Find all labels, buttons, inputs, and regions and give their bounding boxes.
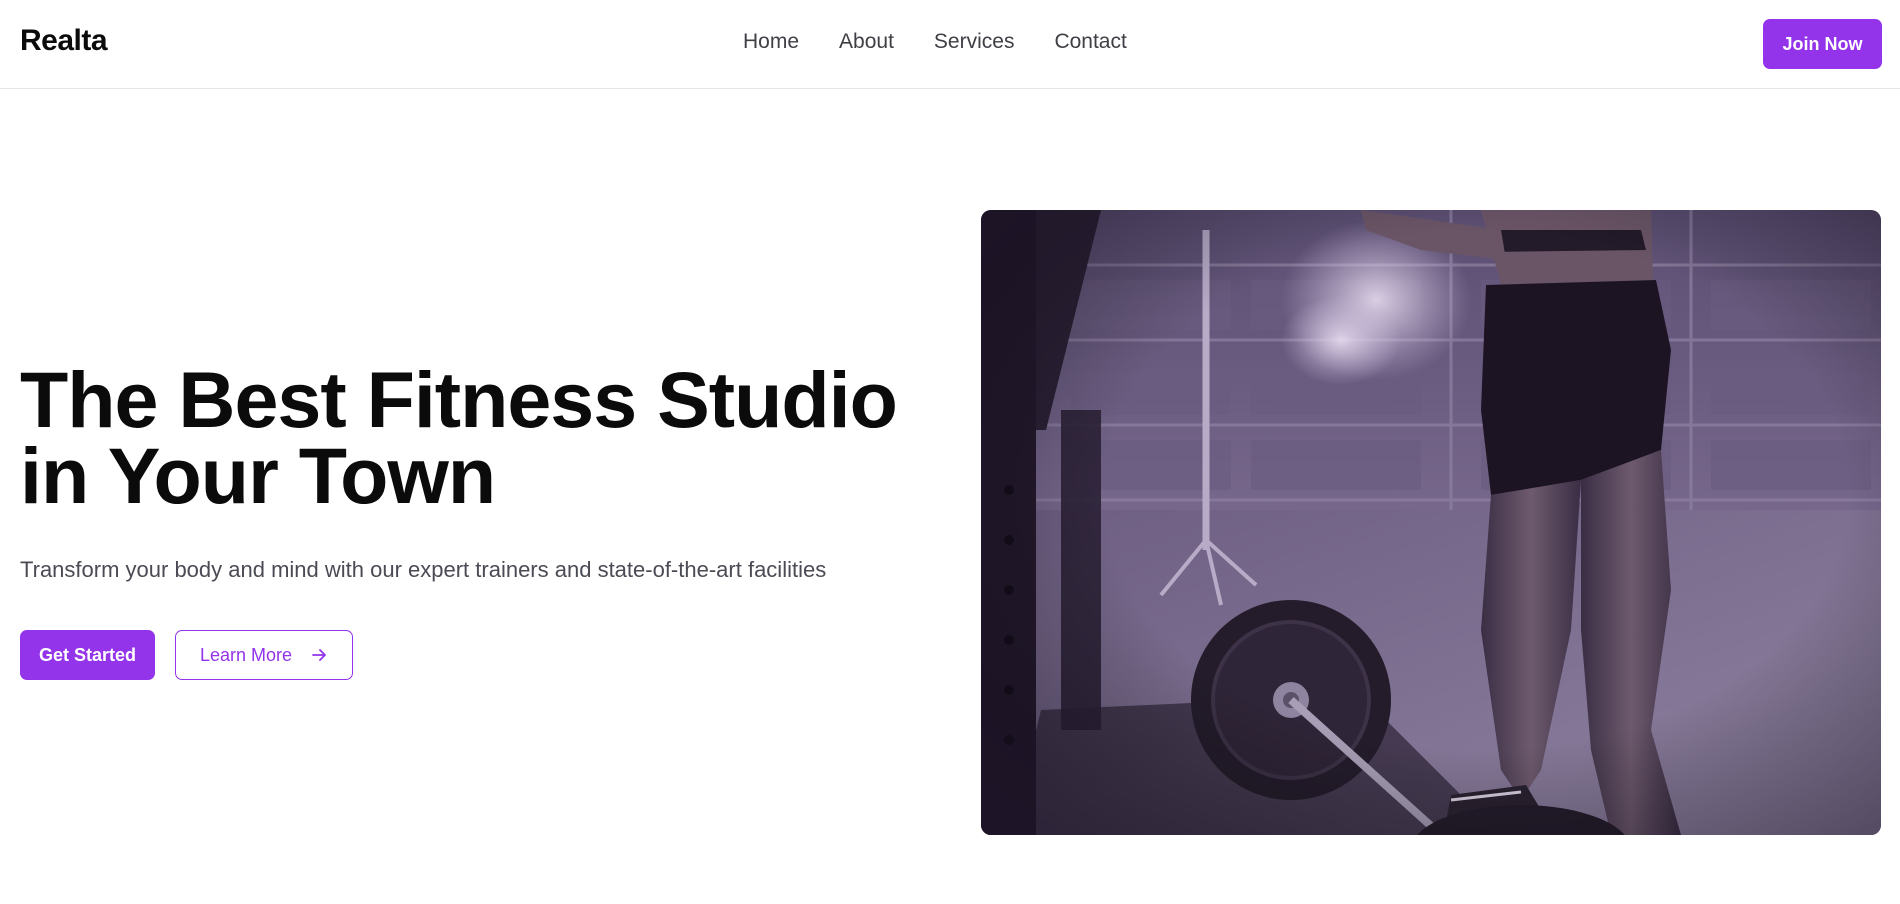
- nav-link-services[interactable]: Services: [934, 30, 1015, 54]
- hero-title: The Best Fitness Studio in Your Town: [20, 360, 960, 515]
- navbar: Realta Home About Services Contact Join …: [0, 0, 1900, 89]
- nav-link-contact[interactable]: Contact: [1054, 30, 1126, 54]
- arrow-right-icon: [310, 646, 328, 664]
- get-started-button[interactable]: Get Started: [20, 630, 155, 680]
- learn-more-label: Learn More: [199, 644, 293, 665]
- hero-image: [981, 210, 1881, 835]
- learn-more-button[interactable]: Learn More: [175, 630, 353, 680]
- hero-subtitle: Transform your body and mind with our ex…: [20, 557, 827, 582]
- nav-link-home[interactable]: Home: [743, 30, 799, 54]
- brand-logo[interactable]: Realta: [20, 24, 108, 58]
- hero-title-line-2: in Your Town: [20, 431, 496, 520]
- nav-links: Home About Services Contact: [743, 30, 1127, 54]
- fitness-gym-photo: [981, 210, 1881, 835]
- join-now-button[interactable]: Join Now: [1763, 19, 1882, 69]
- nav-link-about[interactable]: About: [839, 30, 894, 54]
